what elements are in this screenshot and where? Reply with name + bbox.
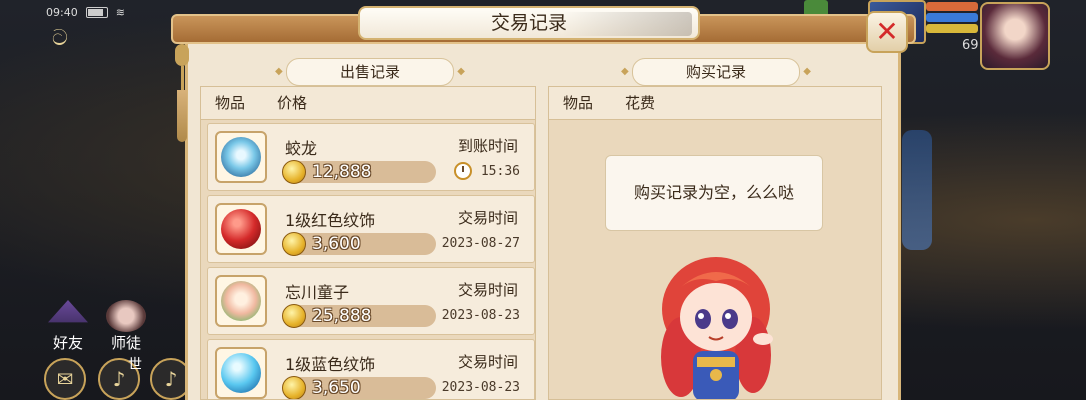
dialog-title: 交易记录 [490,12,567,34]
item-name: 1级红色纹饰 [285,211,376,230]
menu-swirl-icon[interactable]: ට [52,26,68,51]
mascot-girl-icon [661,257,773,399]
time-value: 15:36 [480,164,520,179]
price-bar: 3,600 [282,232,436,256]
world-channel-label: 世 [128,357,142,373]
item-slot[interactable] [215,275,267,327]
item-slot[interactable] [215,131,267,183]
sell-header-item: 物品 [215,94,246,112]
microphone-icon: ♪ [164,367,178,391]
time-label: 交易时间 [457,353,518,371]
time-label: 交易时间 [457,209,518,227]
master-apprentice-icon [106,300,146,332]
microphone-icon: ♪ [112,367,126,391]
price-bar: 3,650 [282,376,436,399]
buy-table-header: 物品 花费 [549,87,881,120]
dialog-title-plate: 交易记录 [358,6,700,40]
gold-coin-icon [282,232,306,256]
sell-header-price: 价格 [277,94,308,112]
time-value: 2023-08-23 [441,380,520,395]
master-apprentice-button[interactable]: 师徒 [100,300,152,352]
gold-coin-icon [282,160,306,184]
sell-record-row[interactable]: 忘川童子 25,888 交易时间 2023-08-23 [207,267,535,335]
close-icon: ✕ [875,15,899,48]
wifi-icon: ≋ [115,6,125,19]
dragon-icon [221,137,261,177]
player-level: 69 [962,38,979,53]
item-price: 3,650 [312,378,361,398]
item-name: 忘川童子 [285,283,350,302]
background-character [902,130,932,250]
chat-bubble-icon: ✉ [56,367,74,391]
sell-records-label: 出售记录 [275,58,465,86]
gold-coin-icon [282,376,306,399]
blue-gem-icon [221,353,261,393]
clock-icon [454,162,472,180]
item-slot[interactable] [215,347,267,399]
time-label: 交易时间 [457,281,518,299]
master-apprentice-label: 师徒 [110,334,141,352]
item-price: 12,888 [312,162,372,182]
hp-mp-bars [926,0,978,36]
red-gem-icon [221,209,261,249]
item-slot[interactable] [215,203,267,255]
gold-coin-icon [282,304,306,328]
buy-records-label: 购买记录 [621,58,811,86]
friends-button[interactable]: 好友 [42,300,94,352]
ink-landscape-decoration [562,12,692,36]
sell-records-panel[interactable]: 物品 价格 蛟龙 12,888 到账时间 15:36 1级红色纹饰 3,600 … [200,86,536,400]
buy-header-item: 物品 [563,94,594,112]
item-price: 3,600 [312,234,361,254]
time-value: 2023-08-27 [441,236,520,251]
time-value: 2023-08-23 [441,308,520,323]
price-bar: 25,888 [282,304,436,328]
status-bar: 09:40 ≋ [46,6,125,19]
chat-button[interactable]: ✉ [44,358,86,400]
sell-table-header: 物品 价格 [201,87,535,120]
battery-icon [85,7,108,18]
empty-message-bubble: 购买记录为空，么么哒 [605,155,823,231]
sell-record-row[interactable]: 1级红色纹饰 3,600 交易时间 2023-08-27 [207,195,535,263]
player-avatar[interactable] [980,2,1050,70]
buy-header-cost: 花费 [625,94,656,112]
item-name: 蛟龙 [285,139,318,158]
child-pet-icon [221,281,261,321]
buy-records-panel[interactable]: 物品 花费 购买记录为空，么么哒 [548,86,882,400]
time-label: 到账时间 [457,137,518,155]
price-bar: 12,888 [282,160,436,184]
close-button[interactable]: ✕ [866,11,908,53]
tassel-ornament-icon [174,44,190,152]
sell-record-row[interactable]: 蛟龙 12,888 到账时间 15:36 [207,123,535,191]
friends-icon [48,300,88,323]
item-price: 25,888 [312,306,372,326]
item-name: 1级蓝色纹饰 [285,355,376,374]
empty-message: 购买记录为空，么么哒 [633,183,794,202]
friends-label: 好友 [52,334,83,352]
status-time: 09:40 [46,6,78,19]
sell-record-row[interactable]: 1级蓝色纹饰 3,650 交易时间 2023-08-23 [207,339,535,399]
